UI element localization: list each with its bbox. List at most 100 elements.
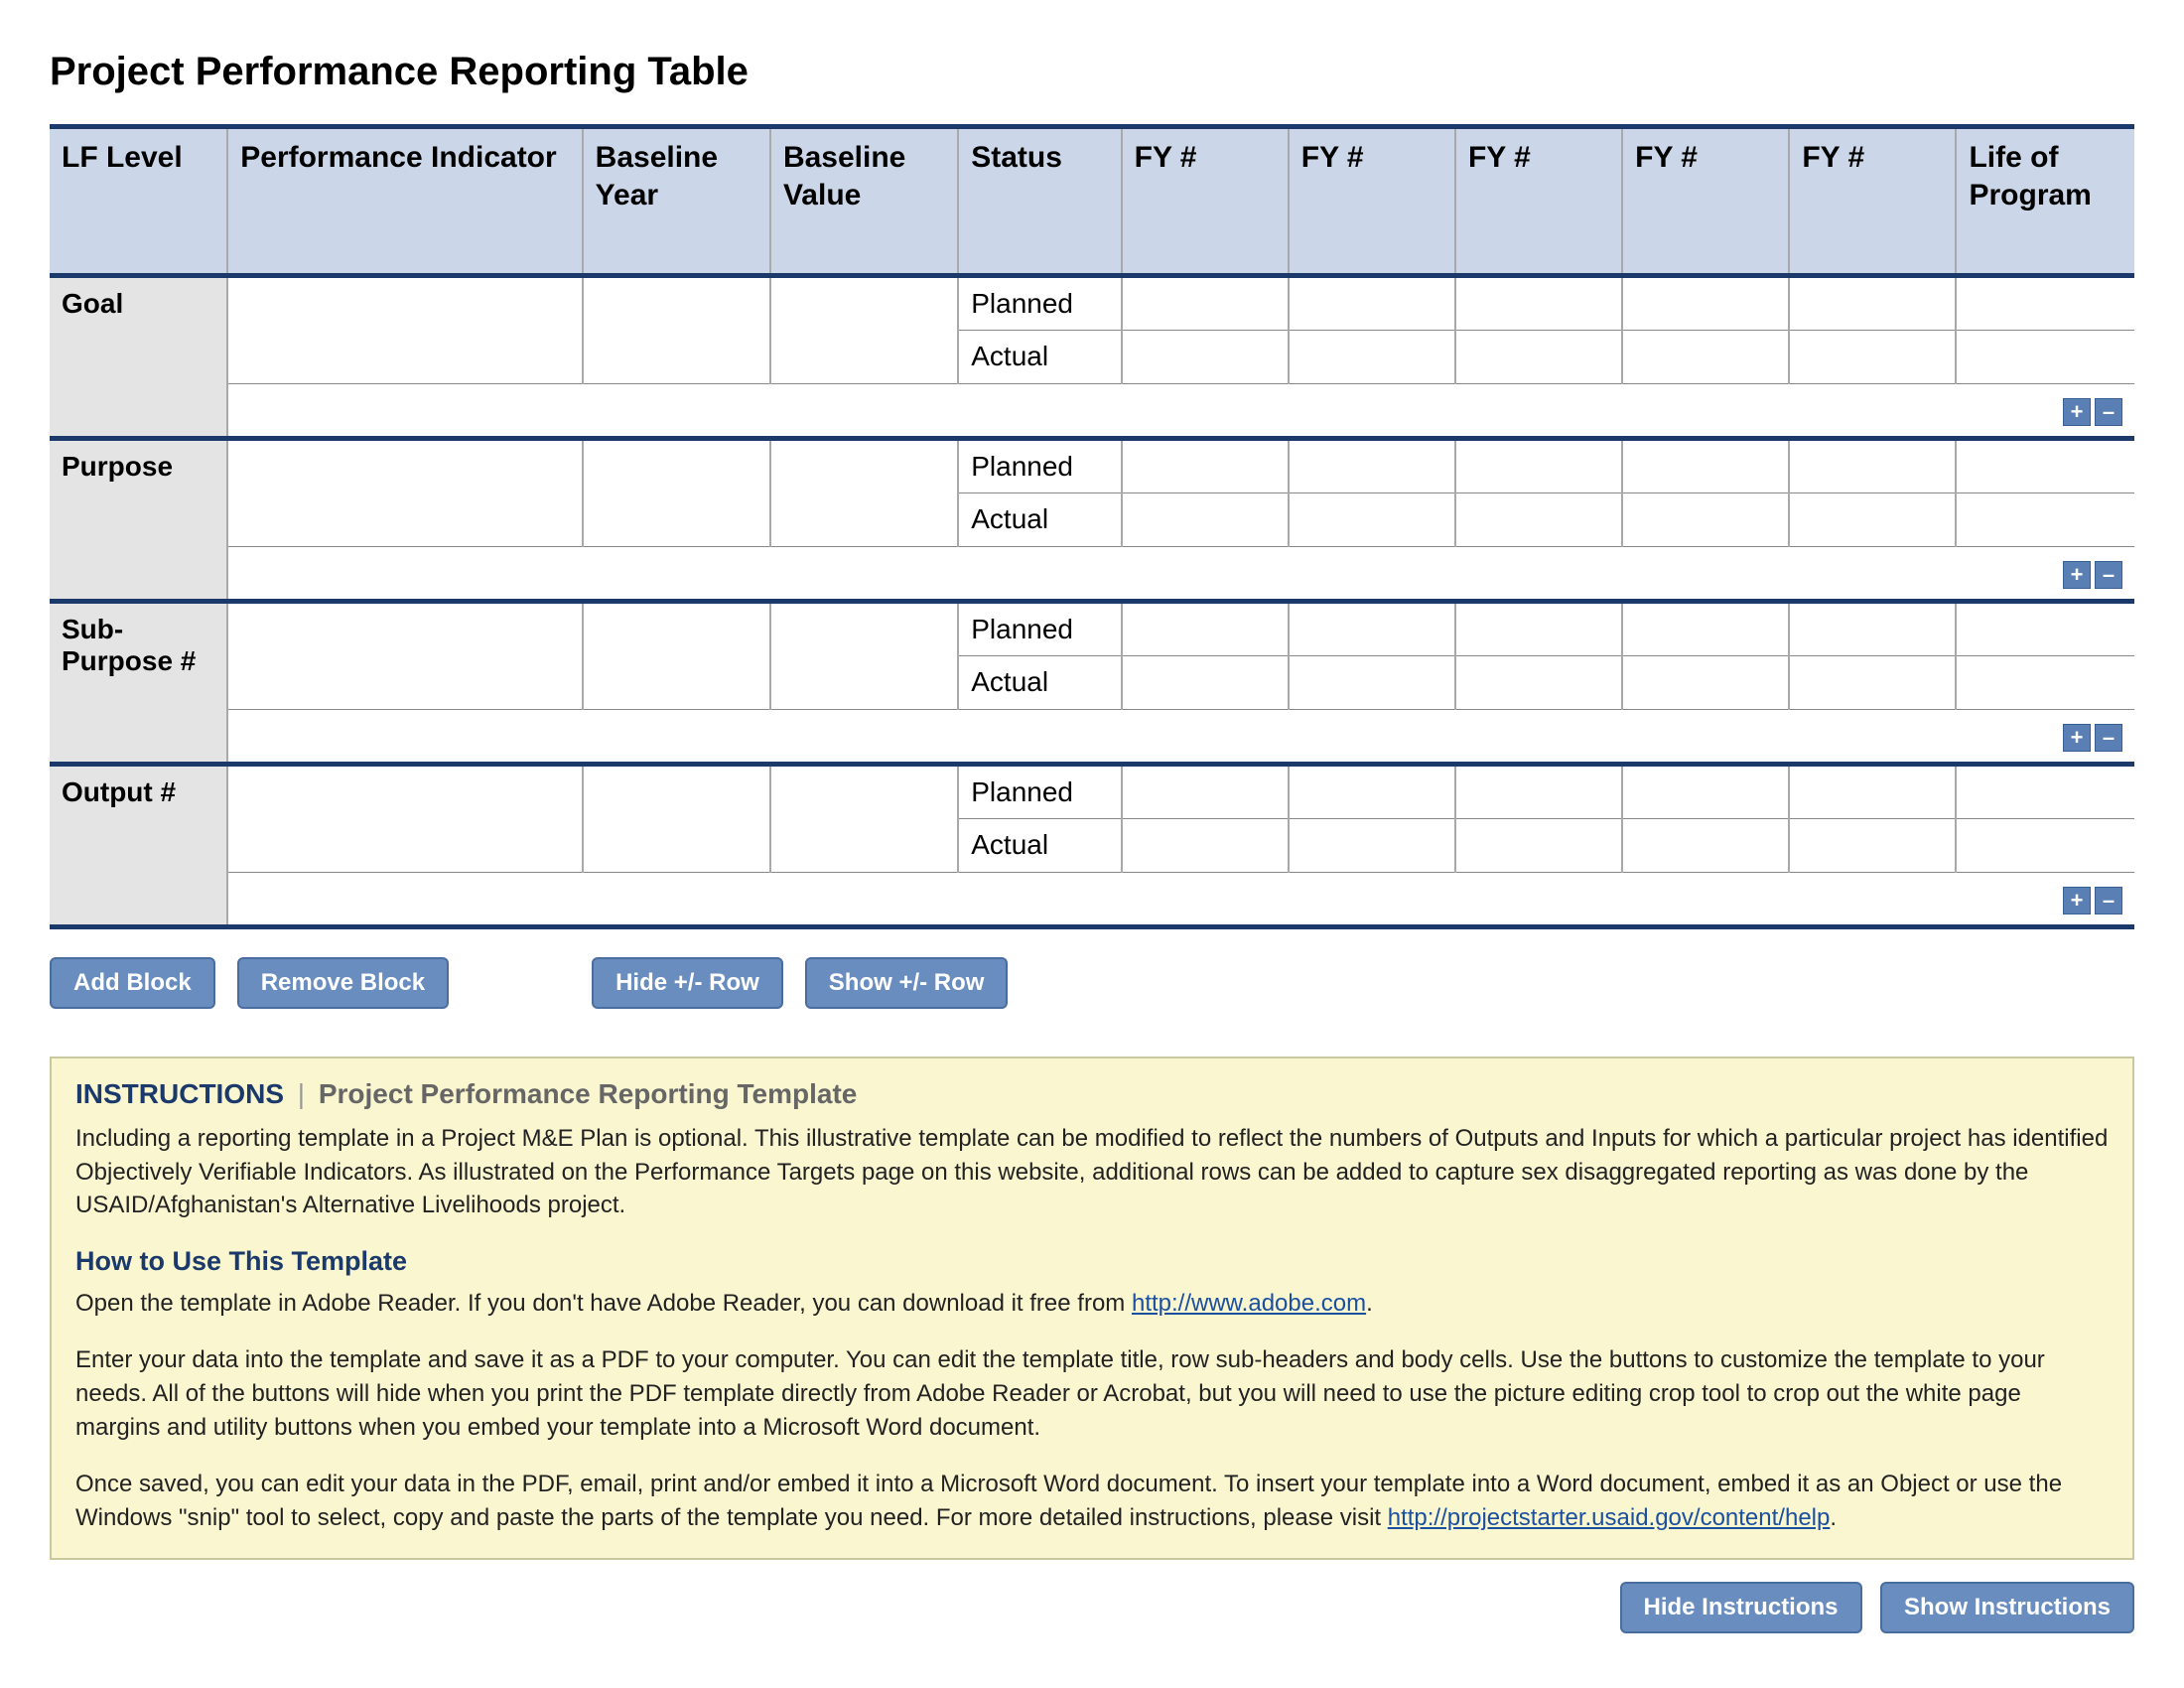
show-instructions-button[interactable]: Show Instructions xyxy=(1880,1582,2134,1633)
fy-cell[interactable] xyxy=(1122,602,1289,656)
baseline-year-cell[interactable] xyxy=(583,439,770,547)
fy-cell[interactable] xyxy=(1789,331,1956,384)
fy-cell[interactable] xyxy=(1622,656,1789,710)
col-baseline-year: Baseline Year xyxy=(583,127,770,276)
fy-cell[interactable] xyxy=(1122,439,1289,493)
help-link[interactable]: http://projectstarter.usaid.gov/content/… xyxy=(1388,1504,1831,1531)
fy-cell[interactable] xyxy=(1122,276,1289,331)
fy-cell[interactable] xyxy=(1289,819,1455,873)
fy-cell[interactable] xyxy=(1122,493,1289,547)
add-block-button[interactable]: Add Block xyxy=(50,957,215,1009)
status-planned-cell: Planned xyxy=(958,602,1121,656)
col-fy-2: FY # xyxy=(1289,127,1455,276)
instructions-para-3: Enter your data into the template and sa… xyxy=(75,1343,2109,1444)
pm-control-cell: +– xyxy=(227,547,2134,602)
performance-indicator-cell[interactable] xyxy=(227,602,582,710)
page-title: Project Performance Reporting Table xyxy=(50,50,2134,94)
performance-indicator-cell[interactable] xyxy=(227,439,582,547)
fy-cell[interactable] xyxy=(1455,765,1622,819)
fy-cell[interactable] xyxy=(1622,819,1789,873)
fy-cell[interactable] xyxy=(1289,331,1455,384)
table-row: Output #Planned xyxy=(50,765,2134,819)
fy-cell[interactable] xyxy=(1789,819,1956,873)
lf-level-cell[interactable]: Purpose xyxy=(50,439,227,602)
fy-cell[interactable] xyxy=(1289,276,1455,331)
life-of-program-cell[interactable] xyxy=(1956,439,2134,493)
fy-cell[interactable] xyxy=(1455,331,1622,384)
adobe-link[interactable]: http://www.adobe.com xyxy=(1132,1290,1366,1317)
table-row: Sub-Purpose #Planned xyxy=(50,602,2134,656)
fy-cell[interactable] xyxy=(1789,439,1956,493)
fy-cell[interactable] xyxy=(1622,765,1789,819)
performance-indicator-cell[interactable] xyxy=(227,276,582,384)
col-fy-4: FY # xyxy=(1622,127,1789,276)
baseline-value-cell[interactable] xyxy=(770,602,958,710)
life-of-program-cell[interactable] xyxy=(1956,276,2134,331)
show-pm-row-button[interactable]: Show +/- Row xyxy=(805,957,1009,1009)
add-row-button[interactable]: + xyxy=(2063,398,2091,426)
add-row-button[interactable]: + xyxy=(2063,724,2091,752)
performance-table: LF Level Performance Indicator Baseline … xyxy=(50,124,2134,929)
col-life-of-program: Life of Program xyxy=(1956,127,2134,276)
lf-level-cell[interactable]: Sub-Purpose # xyxy=(50,602,227,765)
col-status: Status xyxy=(958,127,1121,276)
fy-cell[interactable] xyxy=(1455,276,1622,331)
life-of-program-cell[interactable] xyxy=(1956,331,2134,384)
fy-cell[interactable] xyxy=(1622,331,1789,384)
remove-row-button[interactable]: – xyxy=(2095,561,2122,589)
life-of-program-cell[interactable] xyxy=(1956,819,2134,873)
fy-cell[interactable] xyxy=(1789,276,1956,331)
lf-level-cell[interactable]: Goal xyxy=(50,276,227,439)
lf-level-cell[interactable]: Output # xyxy=(50,765,227,927)
fy-cell[interactable] xyxy=(1289,439,1455,493)
pm-control-row: +– xyxy=(50,710,2134,765)
status-planned-cell: Planned xyxy=(958,276,1121,331)
fy-cell[interactable] xyxy=(1122,765,1289,819)
fy-cell[interactable] xyxy=(1789,656,1956,710)
fy-cell[interactable] xyxy=(1289,765,1455,819)
remove-block-button[interactable]: Remove Block xyxy=(237,957,449,1009)
table-action-bar: Add Block Remove Block Hide +/- Row Show… xyxy=(50,957,2134,1009)
baseline-value-cell[interactable] xyxy=(770,276,958,384)
instructions-para-1: Including a reporting template in a Proj… xyxy=(75,1122,2109,1222)
remove-row-button[interactable]: – xyxy=(2095,724,2122,752)
fy-cell[interactable] xyxy=(1122,656,1289,710)
remove-row-button[interactable]: – xyxy=(2095,398,2122,426)
life-of-program-cell[interactable] xyxy=(1956,656,2134,710)
fy-cell[interactable] xyxy=(1122,331,1289,384)
add-row-button[interactable]: + xyxy=(2063,887,2091,914)
baseline-value-cell[interactable] xyxy=(770,439,958,547)
baseline-year-cell[interactable] xyxy=(583,765,770,873)
baseline-year-cell[interactable] xyxy=(583,276,770,384)
fy-cell[interactable] xyxy=(1789,602,1956,656)
fy-cell[interactable] xyxy=(1289,602,1455,656)
fy-cell[interactable] xyxy=(1789,765,1956,819)
fy-cell[interactable] xyxy=(1122,819,1289,873)
performance-indicator-cell[interactable] xyxy=(227,765,582,873)
add-row-button[interactable]: + xyxy=(2063,561,2091,589)
fy-cell[interactable] xyxy=(1455,819,1622,873)
fy-cell[interactable] xyxy=(1789,493,1956,547)
life-of-program-cell[interactable] xyxy=(1956,765,2134,819)
fy-cell[interactable] xyxy=(1622,439,1789,493)
baseline-value-cell[interactable] xyxy=(770,765,958,873)
fy-cell[interactable] xyxy=(1455,493,1622,547)
pm-control-row: +– xyxy=(50,547,2134,602)
baseline-year-cell[interactable] xyxy=(583,602,770,710)
fy-cell[interactable] xyxy=(1622,602,1789,656)
instructions-howto-heading: How to Use This Template xyxy=(75,1246,2109,1277)
fy-cell[interactable] xyxy=(1455,439,1622,493)
fy-cell[interactable] xyxy=(1455,602,1622,656)
fy-cell[interactable] xyxy=(1289,656,1455,710)
life-of-program-cell[interactable] xyxy=(1956,602,2134,656)
fy-cell[interactable] xyxy=(1455,656,1622,710)
fy-cell[interactable] xyxy=(1622,276,1789,331)
hide-pm-row-button[interactable]: Hide +/- Row xyxy=(592,957,783,1009)
remove-row-button[interactable]: – xyxy=(2095,887,2122,914)
col-fy-5: FY # xyxy=(1789,127,1956,276)
fy-cell[interactable] xyxy=(1289,493,1455,547)
life-of-program-cell[interactable] xyxy=(1956,493,2134,547)
hide-instructions-button[interactable]: Hide Instructions xyxy=(1620,1582,1862,1633)
instructions-subtitle: Project Performance Reporting Template xyxy=(319,1078,858,1109)
fy-cell[interactable] xyxy=(1622,493,1789,547)
